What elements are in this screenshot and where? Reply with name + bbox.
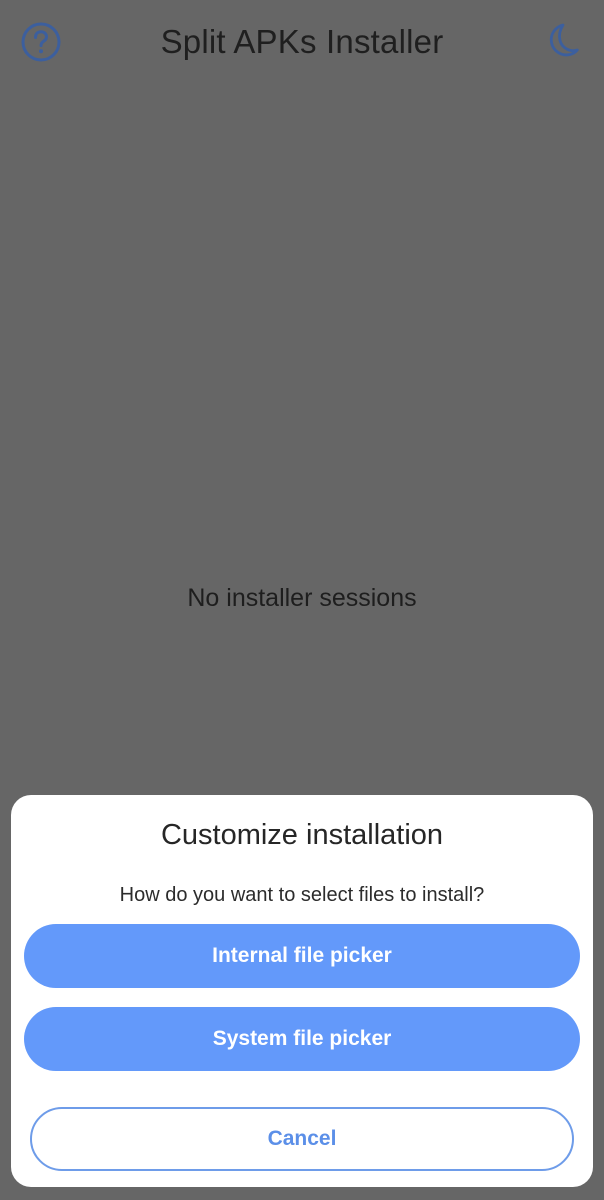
moon-icon bbox=[549, 23, 579, 57]
app-bar: Split APKs Installer bbox=[0, 0, 604, 84]
empty-state-message: No installer sessions bbox=[187, 584, 417, 612]
help-button[interactable] bbox=[19, 20, 63, 64]
dialog-title: Customize installation bbox=[160, 819, 444, 851]
cancel-button[interactable]: Cancel bbox=[30, 1107, 574, 1171]
dark-mode-toggle[interactable] bbox=[538, 20, 582, 64]
help-circle-icon bbox=[21, 22, 61, 62]
app-title: Split APKs Installer bbox=[160, 23, 444, 60]
internal-file-picker-button[interactable]: Internal file picker bbox=[24, 924, 580, 988]
customize-installation-dialog: Customize installation How do you want t… bbox=[11, 795, 593, 1187]
system-file-picker-button[interactable]: System file picker bbox=[24, 1007, 580, 1071]
dialog-subtitle: How do you want to select files to insta… bbox=[119, 884, 485, 906]
